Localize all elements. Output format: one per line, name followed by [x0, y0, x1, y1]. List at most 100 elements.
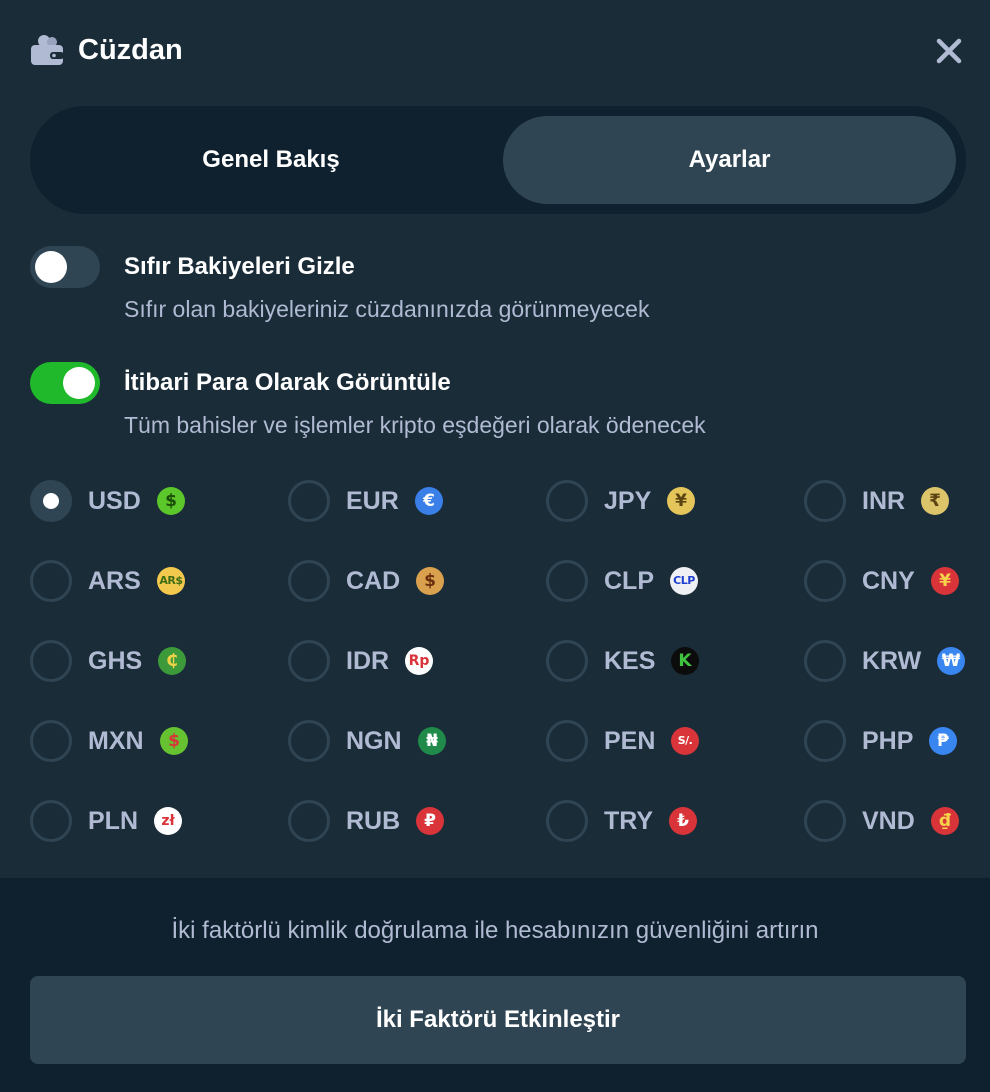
currency-option-pen[interactable]: PEN S/.: [546, 720, 786, 764]
currency-code: JPY: [604, 487, 652, 515]
close-icon[interactable]: [930, 32, 968, 70]
radio-button[interactable]: [546, 640, 588, 682]
currency-code: KRW: [862, 647, 922, 675]
currency-krw-icon: ₩: [937, 647, 965, 675]
currency-try-icon: ₺: [669, 807, 697, 835]
currency-code: PHP: [862, 727, 914, 755]
radio-button[interactable]: [546, 480, 588, 522]
currency-code: VND: [862, 807, 915, 835]
currency-code: TRY: [604, 807, 654, 835]
setting-title: Sıfır Bakiyeleri Gizle: [124, 253, 355, 280]
currency-inr-icon: ₹: [921, 487, 949, 515]
currency-code: PLN: [88, 807, 138, 835]
currency-option-vnd[interactable]: VND ₫: [804, 800, 990, 844]
currency-option-idr[interactable]: IDR Rp: [288, 640, 528, 684]
radio-button[interactable]: [30, 560, 72, 602]
currency-code: CLP: [604, 567, 654, 595]
currency-option-ngn[interactable]: NGN ₦: [288, 720, 528, 764]
currency-eur-icon: €: [415, 487, 443, 515]
currency-code: CNY: [862, 567, 915, 595]
currency-code: MXN: [88, 727, 144, 755]
toggle-knob: [63, 367, 95, 399]
currency-option-kes[interactable]: KES K: [546, 640, 786, 684]
currency-code: KES: [604, 647, 656, 675]
currency-code: INR: [862, 487, 906, 515]
setting-description: Sıfır olan bakiyeleriniz cüzdanınızda gö…: [124, 296, 650, 322]
radio-button[interactable]: [288, 720, 330, 762]
currency-pen-icon: S/.: [671, 727, 699, 755]
radio-button[interactable]: [288, 560, 330, 602]
enable-two-factor-button[interactable]: İki Faktörü Etkinleştir: [30, 976, 966, 1064]
currency-code: EUR: [346, 487, 399, 515]
radio-button[interactable]: [804, 720, 846, 762]
setting-title: İtibari Para Olarak Görüntüle: [124, 369, 451, 396]
currency-grid: USD $ EUR € JPY ¥ INR ₹ ARS AR$ CAD $ CLP CLP CNY ¥ GHS ₵…: [30, 480, 966, 842]
currency-cad-icon: $: [416, 567, 444, 595]
tab-settings[interactable]: Ayarlar: [503, 116, 956, 204]
currency-option-rub[interactable]: RUB ₽: [288, 800, 528, 844]
currency-kes-icon: K: [671, 647, 699, 675]
currency-option-eur[interactable]: EUR €: [288, 480, 528, 524]
currency-usd-icon: $: [157, 487, 185, 515]
display-in-fiat-toggle[interactable]: [30, 362, 100, 404]
two-factor-hint: İki faktörlü kimlik doğrulama ile hesabı…: [171, 917, 819, 944]
radio-button[interactable]: [804, 640, 846, 682]
currency-option-inr[interactable]: INR ₹: [804, 480, 990, 524]
currency-php-icon: ₱: [929, 727, 957, 755]
currency-code: CAD: [346, 567, 401, 595]
currency-option-clp[interactable]: CLP CLP: [546, 560, 786, 604]
radio-button[interactable]: [546, 720, 588, 762]
currency-ars-icon: AR$: [157, 567, 185, 595]
currency-option-pln[interactable]: PLN zł: [30, 800, 270, 844]
currency-code: USD: [88, 487, 141, 515]
currency-pln-icon: zł: [154, 807, 182, 835]
hide-zero-balances-toggle[interactable]: [30, 246, 100, 288]
currency-option-cny[interactable]: CNY ¥: [804, 560, 990, 604]
radio-button[interactable]: [804, 560, 846, 602]
wallet-modal: Cüzdan Genel Bakış Ayarlar Sıfır Bakiyel…: [0, 0, 990, 1092]
currency-clp-icon: CLP: [670, 567, 698, 595]
currency-code: ARS: [88, 567, 141, 595]
currency-ghs-icon: ₵: [158, 647, 186, 675]
currency-option-usd[interactable]: USD $: [30, 480, 270, 524]
radio-button[interactable]: [30, 480, 72, 522]
radio-button[interactable]: [546, 800, 588, 842]
currency-option-jpy[interactable]: JPY ¥: [546, 480, 786, 524]
modal-header: Cüzdan: [0, 0, 990, 100]
radio-button[interactable]: [804, 800, 846, 842]
currency-vnd-icon: ₫: [931, 807, 959, 835]
radio-button[interactable]: [30, 640, 72, 682]
radio-button[interactable]: [30, 800, 72, 842]
currency-option-mxn[interactable]: MXN $: [30, 720, 270, 764]
currency-option-try[interactable]: TRY ₺: [546, 800, 786, 844]
radio-button[interactable]: [30, 720, 72, 762]
radio-button[interactable]: [288, 640, 330, 682]
currency-option-php[interactable]: PHP ₱: [804, 720, 990, 764]
setting-description: Tüm bahisler ve işlemler kripto eşdeğeri…: [124, 412, 706, 438]
wallet-icon: [31, 35, 64, 65]
currency-option-krw[interactable]: KRW ₩: [804, 640, 990, 684]
two-factor-section: İki faktörlü kimlik doğrulama ile hesabı…: [0, 878, 990, 1092]
radio-button[interactable]: [288, 480, 330, 522]
radio-button[interactable]: [804, 480, 846, 522]
currency-ngn-icon: ₦: [418, 727, 446, 755]
tab-overview[interactable]: Genel Bakış: [40, 116, 502, 204]
currency-code: PEN: [604, 727, 656, 755]
modal-title: Cüzdan: [78, 34, 183, 66]
currency-rub-icon: ₽: [416, 807, 444, 835]
currency-code: GHS: [88, 647, 143, 675]
currency-code: RUB: [346, 807, 401, 835]
tab-bar: Genel Bakış Ayarlar: [30, 106, 966, 214]
currency-option-ghs[interactable]: GHS ₵: [30, 640, 270, 684]
currency-cny-icon: ¥: [931, 567, 959, 595]
currency-option-cad[interactable]: CAD $: [288, 560, 528, 604]
currency-mxn-icon: $: [160, 727, 188, 755]
radio-button[interactable]: [288, 800, 330, 842]
radio-button[interactable]: [546, 560, 588, 602]
toggle-knob: [35, 251, 67, 283]
currency-idr-icon: Rp: [405, 647, 433, 675]
currency-code: IDR: [346, 647, 390, 675]
currency-code: NGN: [346, 727, 402, 755]
currency-jpy-icon: ¥: [667, 487, 695, 515]
currency-option-ars[interactable]: ARS AR$: [30, 560, 270, 604]
